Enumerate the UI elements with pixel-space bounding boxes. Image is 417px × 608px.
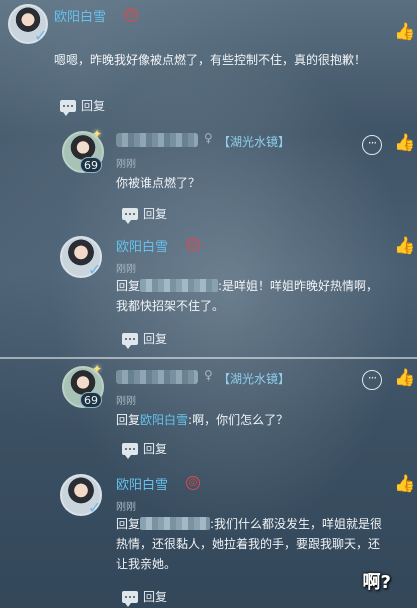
reply-item: ✦ 69 ♀ 【湖光水镜】 ··· 👍 刚刚 你被谁点燃了？ 回复: [0, 125, 417, 225]
timestamp: 刚刚: [116, 264, 136, 275]
verified-icon: ✓: [34, 26, 48, 45]
reply-icon: [122, 590, 138, 607]
reply-text: 回复欧阳白雪:啊，你们怎么了？: [116, 410, 288, 430]
red-seal-icon: ◎: [186, 476, 200, 490]
comment-main: ✓ 欧阳白雪 ◎ 👍 嗯嗯，昨晚我好像被点燃了，有些控制不住，真的很抱歉！ 回复: [0, 0, 417, 125]
author-name[interactable]: 欧阳白雪: [116, 236, 168, 255]
more-options-icon[interactable]: ···: [362, 135, 382, 155]
timestamp: 刚刚: [116, 502, 136, 513]
like-icon[interactable]: 👍: [394, 368, 415, 388]
red-seal-icon: ◎: [124, 8, 138, 22]
like-icon[interactable]: 👍: [394, 474, 415, 494]
level-badge: 69: [80, 392, 102, 408]
reply-label: 回复: [143, 332, 168, 346]
reply-icon: [60, 99, 76, 116]
blurred-username: [116, 133, 198, 147]
reply-icon: [122, 332, 138, 349]
reply-icon: [122, 442, 138, 459]
reply-button[interactable]: 回复: [122, 205, 168, 224]
sparkle-icon: ✦: [92, 362, 103, 376]
reply-prefix: 回复: [116, 413, 141, 427]
timestamp: 刚刚: [116, 159, 136, 170]
verified-icon: ✓: [88, 498, 102, 517]
reply-icon: [122, 207, 138, 224]
sparkle-icon: ✦: [92, 127, 103, 141]
mention-link[interactable]: 欧阳白雪: [140, 413, 188, 427]
reply-label: 回复: [81, 99, 106, 113]
reply-text: 回复:是咩姐！咩姐昨晚好热情啊，我都快招架不住了。: [116, 276, 386, 316]
gender-icon: ♀: [204, 131, 213, 145]
comment-text: 嗯嗯，昨晚我好像被点燃了，有些控制不住，真的很抱歉！: [54, 53, 367, 67]
reply-button[interactable]: 回复: [60, 97, 106, 116]
server-tag: 【湖光水镜】: [218, 372, 291, 386]
reply-button[interactable]: 回复: [122, 588, 168, 607]
reply-prefix: 回复: [116, 517, 141, 531]
screenshot-divider: [0, 357, 417, 359]
server-tag: 【湖光水镜】: [218, 135, 291, 149]
red-seal-icon: ◎: [186, 238, 200, 252]
reply-item: ✦ 69 ♀ 【湖光水镜】 ··· 👍 刚刚 回复欧阳白雪:啊，你们怎么了？ 回…: [0, 360, 417, 465]
like-icon[interactable]: 👍: [394, 22, 415, 42]
gender-icon: ♀: [204, 368, 213, 382]
reply-item: ✓ 欧阳白雪 ◎ 👍 刚刚 回复:我们什么都没发生，咩姐就是很热情，还很黏人，她…: [0, 468, 417, 608]
reply-text: 你被谁点燃了？: [116, 176, 201, 190]
reply-prefix: 回复: [116, 279, 141, 293]
reply-label: 回复: [143, 207, 168, 221]
reply-button[interactable]: 回复: [122, 330, 168, 349]
overlay-caption: 啊?: [362, 572, 391, 593]
reply-text: 回复:我们什么都没发生，咩姐就是很热情，还很黏人，她拉着我的手，要跟我聊天，还让…: [116, 514, 384, 574]
like-icon[interactable]: 👍: [394, 236, 415, 256]
verified-icon: ✓: [88, 260, 102, 279]
reply-item: ✓ 欧阳白雪 ◎ 👍 刚刚 回复:是咩姐！咩姐昨晚好热情啊，我都快招架不住了。 …: [0, 230, 417, 355]
reply-button[interactable]: 回复: [122, 440, 168, 459]
timestamp: 刚刚: [116, 396, 136, 407]
blurred-username: [140, 517, 211, 530]
more-options-icon[interactable]: ···: [362, 370, 382, 390]
author-name[interactable]: 欧阳白雪: [54, 6, 106, 25]
reply-label: 回复: [143, 442, 168, 456]
reply-body: :啊，你们怎么了？: [188, 413, 289, 427]
blurred-username: [116, 370, 198, 384]
author-name[interactable]: 欧阳白雪: [116, 474, 168, 493]
level-badge: 69: [80, 157, 102, 173]
blurred-username: [140, 279, 219, 292]
reply-label: 回复: [143, 590, 168, 604]
like-icon[interactable]: 👍: [394, 133, 415, 153]
